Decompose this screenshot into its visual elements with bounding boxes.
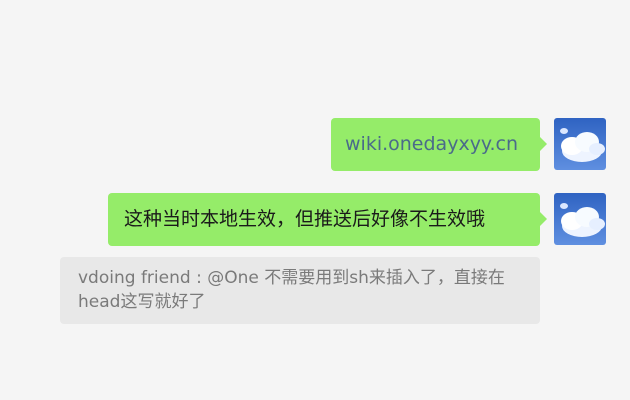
message-row-link: wiki.onedayxyy.cn <box>331 118 606 171</box>
message-bubble-text[interactable]: 这种当时本地生效，但推送后好像不生效哦 <box>108 193 547 246</box>
message-bubble-link[interactable]: wiki.onedayxyy.cn <box>331 118 547 171</box>
chat-window: wiki.onedayxyy.cn 这种当时本地生效，但推送后好像不生效哦 vd… <box>0 0 630 400</box>
sky-clouds-avatar-icon[interactable] <box>554 118 606 170</box>
quoted-reply[interactable]: vdoing friend : @One 不需要用到sh来插入了，直接在head… <box>60 257 540 324</box>
message-row-text: 这种当时本地生效，但推送后好像不生效哦 <box>108 193 606 246</box>
sky-clouds-avatar-icon[interactable] <box>554 193 606 245</box>
